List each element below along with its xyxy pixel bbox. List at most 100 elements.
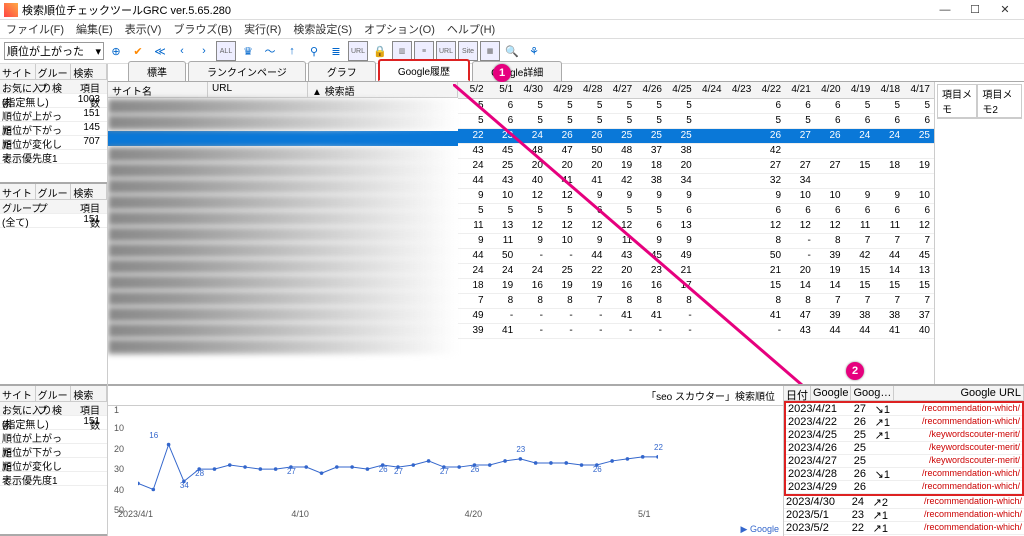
panel-tab[interactable]: グループ	[36, 64, 72, 79]
grid-row[interactable]	[108, 323, 458, 338]
opt4-icon[interactable]: Site	[458, 41, 478, 61]
rank-row[interactable]: 2425202020191820272727151819	[458, 158, 934, 173]
rank-row[interactable]: 911910911998-8777	[458, 233, 934, 248]
panel-tab[interactable]: 検索	[71, 184, 107, 199]
rank-row[interactable]: 55556556666666	[458, 203, 934, 218]
panel-row[interactable]: 順位が変化して…	[0, 458, 107, 472]
menu-item[interactable]: 編集(E)	[76, 21, 113, 37]
rank-row[interactable]: 111312121212613121212111112	[458, 218, 934, 233]
panel-row[interactable]: 表示優先度1	[0, 150, 107, 164]
opt3-icon[interactable]: URL	[436, 41, 456, 61]
panel-tab[interactable]: グループ	[36, 386, 72, 401]
hist-col[interactable]: Goog…	[851, 386, 894, 400]
close-button[interactable]: ✕	[990, 3, 1020, 16]
panel-row[interactable]: (指定無し)151	[0, 416, 107, 430]
opt1-icon[interactable]: ▥	[392, 41, 412, 61]
panel-tab[interactable]: サイト	[0, 64, 36, 79]
check-icon[interactable]: ✔	[128, 41, 148, 61]
date-col[interactable]: 4/18	[874, 82, 904, 98]
tab-1[interactable]: ランクインページ	[188, 61, 306, 81]
hist-row[interactable]: 2023/4/2226↗1/recommendation-which/	[786, 416, 1022, 429]
panel-tab[interactable]: サイト	[0, 386, 36, 401]
date-col[interactable]: 4/17	[904, 82, 934, 98]
hist-col[interactable]: Google URL	[894, 386, 1024, 400]
wifi-icon[interactable]: ⚲	[304, 41, 324, 61]
add-icon[interactable]: ⊕	[106, 41, 126, 61]
minimize-button[interactable]: —	[930, 4, 960, 16]
trend-icon[interactable]: 〜	[260, 41, 280, 61]
opt5-icon[interactable]: ▦	[480, 41, 500, 61]
tab-3[interactable]: Google履歴	[378, 59, 470, 81]
rank-row[interactable]: 3941-------4344444140	[458, 323, 934, 338]
menu-item[interactable]: 実行(R)	[244, 21, 281, 37]
tab-2[interactable]: グラフ	[308, 61, 376, 81]
grid-row[interactable]	[108, 99, 458, 114]
date-col[interactable]: 4/20	[815, 82, 845, 98]
grid-row[interactable]	[108, 227, 458, 242]
grid-row[interactable]	[108, 211, 458, 226]
menu-item[interactable]: 検索設定(S)	[293, 21, 352, 37]
grid-row[interactable]	[108, 147, 458, 162]
grid-row[interactable]	[108, 195, 458, 210]
panel-row[interactable]: 順位が下がった145	[0, 122, 107, 136]
tab-4[interactable]: Google詳細	[472, 61, 562, 81]
url-icon[interactable]: URL	[348, 41, 368, 61]
date-col[interactable]: 5/1	[488, 82, 518, 98]
panel-tab[interactable]: サイト	[0, 184, 36, 199]
grid-row[interactable]	[108, 243, 458, 258]
panel-row[interactable]: (全て)151	[0, 214, 107, 228]
date-col[interactable]: 4/24	[696, 82, 726, 98]
menu-item[interactable]: ブラウズ(B)	[173, 21, 232, 37]
panel-row[interactable]: 順位が上がった	[0, 430, 107, 444]
hist-row[interactable]: 2023/4/2127↘1/recommendation-which/	[786, 403, 1022, 416]
hist-row[interactable]: 2023/4/2826↘1/recommendation-which/	[786, 468, 1022, 481]
date-col[interactable]: 4/19	[845, 82, 875, 98]
date-col[interactable]: 4/25	[666, 82, 696, 98]
hist-row[interactable]: 2023/4/2926/recommendation-which/	[786, 481, 1022, 494]
panel-row[interactable]: 順位が変化して…707	[0, 136, 107, 150]
rank-row[interactable]: 434548475048373842	[458, 143, 934, 158]
crown-icon[interactable]: ♛	[238, 41, 258, 61]
menu-item[interactable]: ファイル(F)	[6, 21, 64, 37]
date-col[interactable]: 4/28	[577, 82, 607, 98]
rank-row[interactable]: 2223242626252525262726242425	[458, 128, 934, 143]
grid-row[interactable]	[108, 307, 458, 322]
col-site[interactable]: サイト名	[108, 82, 208, 97]
grid-row[interactable]	[108, 275, 458, 290]
maximize-button[interactable]: ☐	[960, 3, 990, 16]
rank-row[interactable]: 44434041414238343234	[458, 173, 934, 188]
hist-row[interactable]: 2023/4/2725/keywordscouter-merit/	[786, 455, 1022, 468]
col-keyword[interactable]: ▲ 検索語	[308, 82, 458, 97]
hist-col[interactable]: 日付	[784, 386, 811, 400]
grid-row[interactable]	[108, 115, 458, 130]
search-icon[interactable]: 🔍	[502, 41, 522, 61]
menu-item[interactable]: オプション(O)	[364, 21, 435, 37]
memo-tab-2[interactable]: 項目メモ2	[977, 84, 1022, 118]
rank-row[interactable]: 56555555666555	[458, 98, 934, 113]
date-col[interactable]: 4/30	[517, 82, 547, 98]
next-icon[interactable]: ›	[194, 41, 214, 61]
tab-0[interactable]: 標準	[128, 61, 186, 81]
menu-item[interactable]: 表示(V)	[125, 21, 162, 37]
date-col[interactable]: 5/2	[458, 82, 488, 98]
share-icon[interactable]: ⚘	[524, 41, 544, 61]
panel-row[interactable]: 表示優先度1	[0, 472, 107, 486]
rank-row[interactable]: 91012129999910109910	[458, 188, 934, 203]
hist-row[interactable]: 2023/4/2525↗1/keywordscouter-merit/	[786, 429, 1022, 442]
rank-row[interactable]: 1819161919161617151414151515	[458, 278, 934, 293]
grid-row[interactable]	[108, 339, 458, 354]
rank-row[interactable]: 49----4141-414739383837	[458, 308, 934, 323]
grid-row[interactable]	[108, 291, 458, 306]
opt2-icon[interactable]: ≡	[414, 41, 434, 61]
up-icon[interactable]: ↑	[282, 41, 302, 61]
rank-row[interactable]: 4450--4443454950-39424445	[458, 248, 934, 263]
date-col[interactable]: 4/21	[785, 82, 815, 98]
date-col[interactable]: 4/27	[606, 82, 636, 98]
hist-row[interactable]: 2023/4/2625/keywordscouter-merit/	[786, 442, 1022, 455]
hist-col[interactable]: Google	[811, 386, 851, 400]
grid-row[interactable]	[108, 179, 458, 194]
rank-row[interactable]: 78887888887777	[458, 293, 934, 308]
hist-row[interactable]: 2023/4/3024↗2/recommendation-which/	[784, 496, 1024, 509]
panel-tab[interactable]: 検索	[71, 386, 107, 401]
hist-row[interactable]: 2023/5/123↗1/recommendation-which/	[784, 509, 1024, 522]
